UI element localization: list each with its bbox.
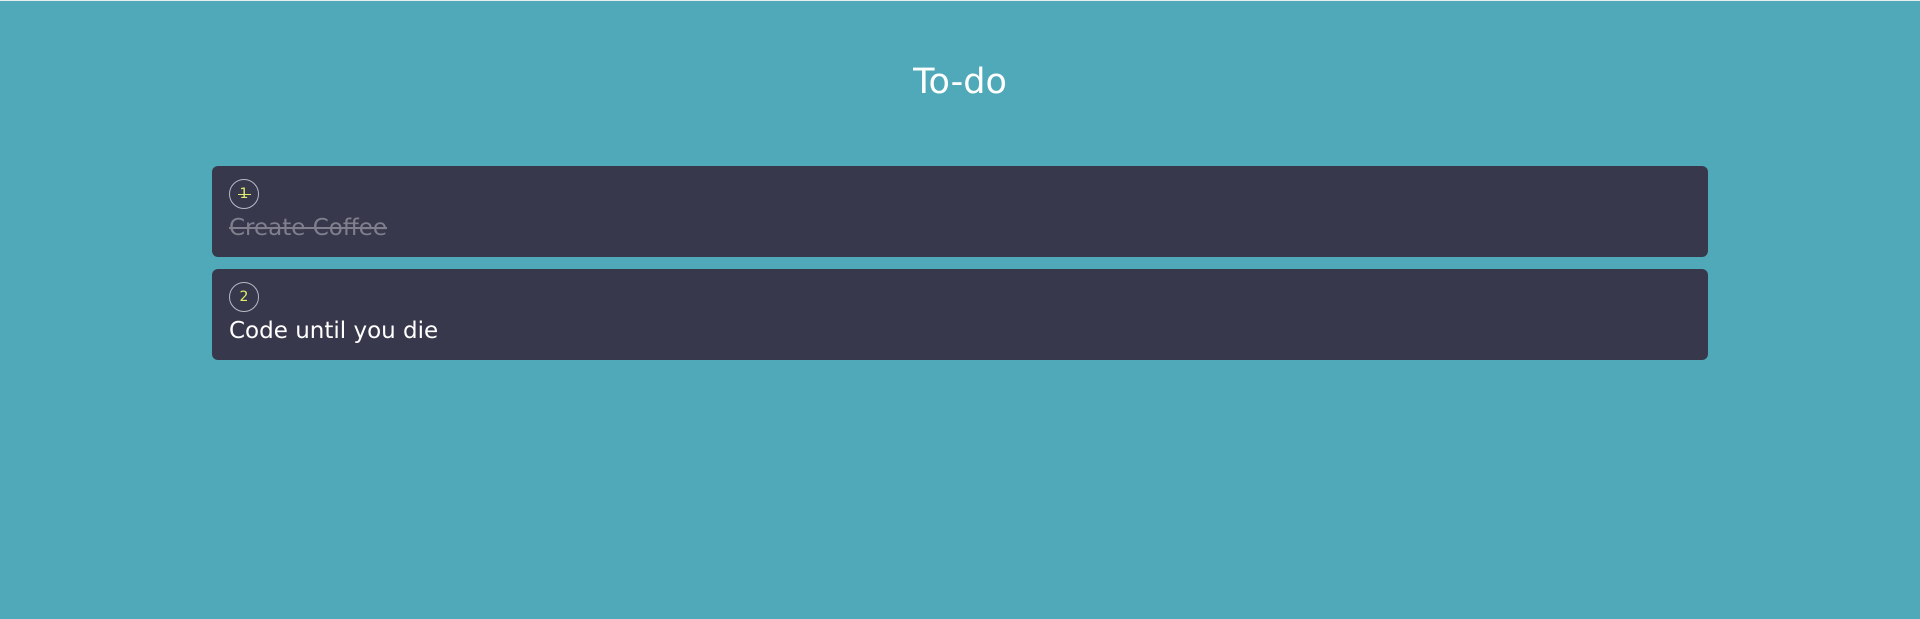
- todo-text: Code until you die: [229, 318, 439, 344]
- page-title: To-do: [913, 62, 1007, 102]
- todo-number-badge: 2: [229, 282, 259, 312]
- todo-item-2[interactable]: 2 Code until you die: [212, 269, 1708, 360]
- top-divider: [0, 0, 1920, 1]
- todo-text: Create Coffee: [229, 215, 388, 241]
- todo-number-badge: 1: [229, 179, 259, 209]
- todo-list: 1 Create Coffee 2 Code until you die: [212, 166, 1708, 372]
- todo-item-1[interactable]: 1 Create Coffee: [212, 166, 1708, 257]
